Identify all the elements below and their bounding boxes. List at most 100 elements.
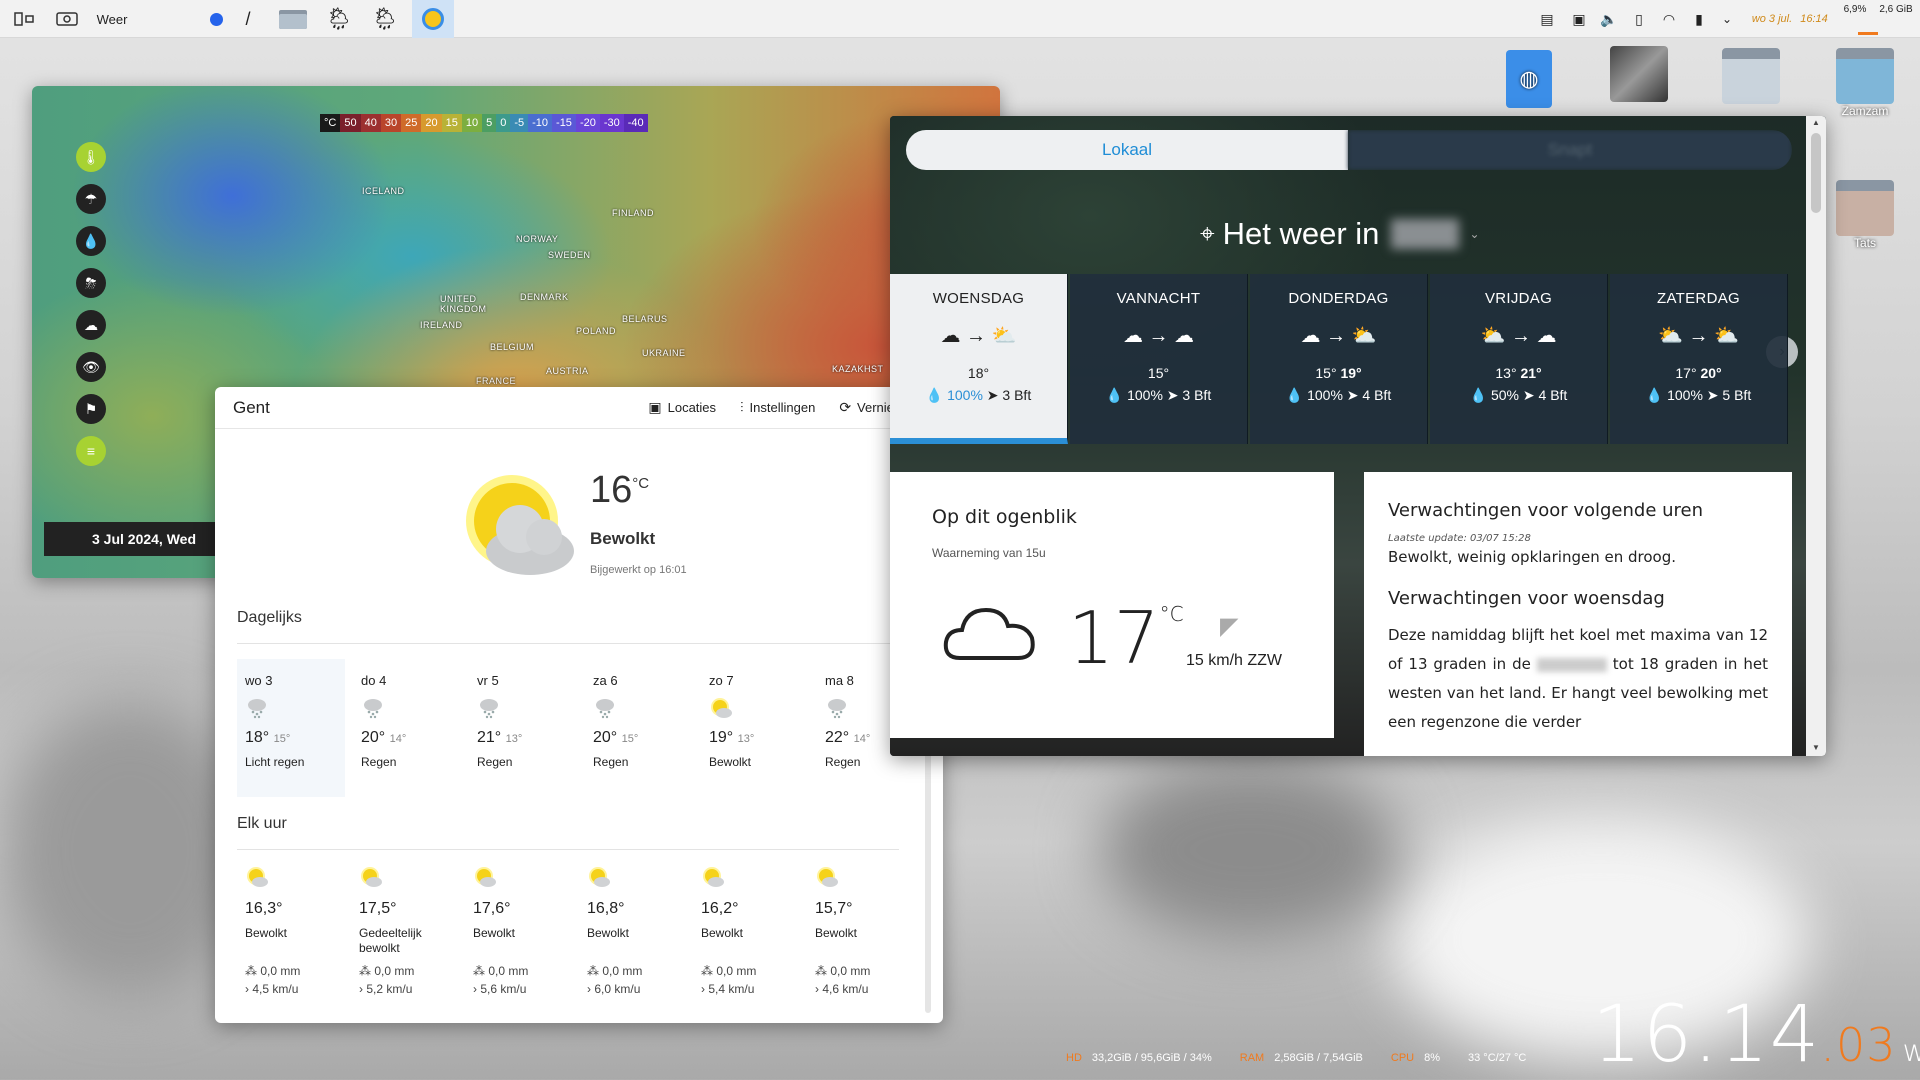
now-wind: 15 km/h ZZW [1186, 652, 1283, 669]
country-label: AUSTRIA [546, 366, 589, 376]
divider [237, 849, 899, 850]
country-label: IRELAND [420, 320, 463, 330]
day-card[interactable]: DONDERDAG ☁ → ⛅ 15° 19° 💧 100% ➤ 4 Bft [1250, 274, 1428, 444]
wind-arrow-icon: ➤ [1346, 387, 1359, 403]
desktop-icon-zamzam[interactable]: Zamzam [1830, 48, 1900, 118]
weather-site-window[interactable]: Lokaal Snapt ⌖ Het weer in ⌄ ‹ › WOENSDA… [890, 116, 1826, 756]
country-label: BELARUS [622, 314, 668, 324]
date-label[interactable]: wo 3 jul. [1742, 4, 1802, 34]
chat-icon[interactable]: ▤ [1536, 4, 1558, 34]
scroll-thumb[interactable] [1811, 133, 1821, 213]
daily-item[interactable]: do 4 20° 14° Regen [353, 659, 461, 797]
refresh-icon: ⟳ [839, 399, 852, 415]
top-panel: Weer / 🌦 🌦 ▤ ▣ 🔈 ▯ ◠ ▮ ⌄ wo 3 jul. 16:14… [0, 0, 1920, 38]
daily-item[interactable]: zo 7 19° 13° Bewolkt [701, 659, 809, 797]
desktop-clock: 16.14.03wo [1592, 990, 1920, 1080]
hour-desc: Bewolkt [701, 926, 744, 940]
screenshot-icon[interactable] [52, 4, 82, 34]
current-desc: Bewolkt [590, 529, 656, 548]
day-high: 22° [825, 729, 850, 746]
weather-app-icon[interactable]: 🌦 [322, 4, 356, 34]
country-label: UKRAINE [642, 348, 686, 358]
wifi-icon[interactable]: ◠ [1658, 4, 1680, 34]
day-desc: Regen [477, 755, 513, 769]
day-label: wo 3 [245, 673, 273, 688]
tab-bar: Lokaal Snapt [906, 130, 1792, 170]
scroll-up-icon[interactable]: ▲ [1806, 118, 1826, 127]
cpu-meter [1858, 32, 1878, 35]
day-card[interactable]: ZATERDAG ⛅ → ⛅ 17° 20° 💧 100% ➤ 5 Bft [1610, 274, 1788, 444]
visibility-layer-icon[interactable]: 👁 [76, 352, 106, 382]
blue-dot-icon[interactable] [206, 4, 226, 34]
volume-icon[interactable]: 🔈 [1598, 4, 1620, 34]
storm-layer-icon[interactable]: ⛈ [76, 268, 106, 298]
sliders-icon: ⫶ [740, 399, 744, 415]
humidity-layer-icon[interactable]: 💧 [76, 226, 106, 256]
hourly-item[interactable]: 15,7° Bewolkt ⁂ 0,0 mm › 4,6 km/u [815, 865, 925, 996]
day-wind: 4 Bft [1362, 387, 1392, 403]
rain-icon [361, 696, 453, 723]
day-high: 21° [1520, 365, 1542, 381]
day-high: 19° [1340, 365, 1362, 381]
updated-text: Bijgewerkt op 16:01 [590, 564, 687, 576]
settings-button[interactable]: ⫶ Instellingen [740, 399, 815, 416]
temperature-layer-icon[interactable]: 🌡 [76, 142, 106, 172]
clipboard-icon[interactable]: ▣ [1568, 4, 1590, 34]
day-rain: 50% [1490, 387, 1520, 403]
map-date[interactable]: 3 Jul 2024, Wed [44, 522, 244, 556]
pen-icon[interactable]: / [238, 4, 258, 34]
window-tiling-icon[interactable] [10, 4, 40, 34]
legend-cell: -20 [575, 114, 600, 132]
wind-chevron-icon: › [815, 982, 819, 996]
wind-arrow-icon: ➤ [986, 387, 999, 403]
day-low: 18° [967, 365, 990, 381]
hourly-item[interactable]: 16,2° Bewolkt ⁂ 0,0 mm › 5,4 km/u [701, 865, 811, 996]
file-manager-icon[interactable] [276, 4, 310, 34]
hourly-item[interactable]: 17,6° Bewolkt ⁂ 0,0 mm › 5,6 km/u [473, 865, 583, 996]
day-card[interactable]: WOENSDAG ☁ → ⛅ 18° 💧 100% ➤ 3 Bft [890, 274, 1068, 444]
location-heading[interactable]: ⌖ Het weer in ⌄ [1200, 216, 1480, 252]
desktop-icon-folder[interactable] [1716, 48, 1786, 104]
day-low: 13° [1495, 365, 1517, 381]
rain-drops-icon: ⁂ [245, 964, 257, 978]
umbrella-layer-icon[interactable]: ☂ [76, 184, 106, 214]
hour-desc: Gedeeltelijk bewolkt [359, 926, 422, 955]
tab-other[interactable]: Snapt [1348, 130, 1792, 170]
battery-icon[interactable]: ▮ [1688, 4, 1710, 34]
country-label: SWEDEN [548, 250, 591, 260]
daily-item[interactable]: vr 5 21° 13° Regen [469, 659, 577, 797]
cloud-layer-icon[interactable]: ☁ [76, 310, 106, 340]
weather-active-icon[interactable] [412, 0, 454, 38]
country-label: POLAND [576, 326, 617, 336]
day-low: 13° [737, 733, 755, 745]
site-scrollbar[interactable]: ▲ ▼ [1806, 116, 1826, 756]
desktop-icon-photo[interactable] [1604, 46, 1674, 102]
hourly-item[interactable]: 16,8° Bewolkt ⁂ 0,0 mm › 6,0 km/u [587, 865, 697, 996]
gent-weather-widget[interactable]: Gent ▣Locaties ⫶Instellingen ⟳Vernieuwen… [215, 387, 943, 1023]
desktop-icon-tats[interactable]: Tats [1830, 180, 1900, 250]
daily-item[interactable]: za 6 20° 15° Regen [585, 659, 693, 797]
scroll-down-icon[interactable]: ▼ [1806, 743, 1826, 752]
widget-header: Gent ▣Locaties ⫶Instellingen ⟳Vernieuwen [215, 387, 943, 429]
desktop-icon-web[interactable]: ◍ [1494, 50, 1564, 108]
time-label[interactable]: 16:14 [1798, 4, 1830, 34]
hourly-item[interactable]: 16,3° Bewolkt ⁂ 0,0 mm › 4,5 km/u [245, 865, 355, 996]
wind-chevron-icon: › [245, 982, 249, 996]
country-label: FRANCE [476, 376, 517, 386]
day-card[interactable]: VANNACHT ☁ → ☁ 15° 💧 100% ➤ 3 Bft [1070, 274, 1248, 444]
partly-cloudy-icon [473, 865, 583, 892]
active-app-label[interactable]: Weer [92, 4, 132, 34]
day-card[interactable]: VRIJDAG ⛅ → ☁ 13° 21° 💧 50% ➤ 4 Bft [1430, 274, 1608, 444]
locations-button[interactable]: ▣ Locaties [648, 399, 716, 416]
phone-icon[interactable]: ▯ [1628, 4, 1650, 34]
wind-chevron-icon: › [473, 982, 477, 996]
flag-layer-icon[interactable]: ⚑ [76, 394, 106, 424]
daily-item[interactable]: wo 3 18° 15° Licht regen [237, 659, 345, 797]
day-name: VRIJDAG [1484, 290, 1553, 307]
tab-lokaal[interactable]: Lokaal [906, 130, 1348, 170]
map-settings-icon[interactable]: ≡ [76, 436, 106, 466]
weather-app2-icon[interactable]: 🌦 [368, 4, 402, 34]
hourly-item[interactable]: 17,5° Gedeeltelijk bewolkt ⁂ 0,0 mm › 5,2 k… [359, 865, 469, 996]
day-desc: Regen [825, 755, 861, 769]
chevron-down-icon[interactable]: ⌄ [1716, 4, 1738, 34]
